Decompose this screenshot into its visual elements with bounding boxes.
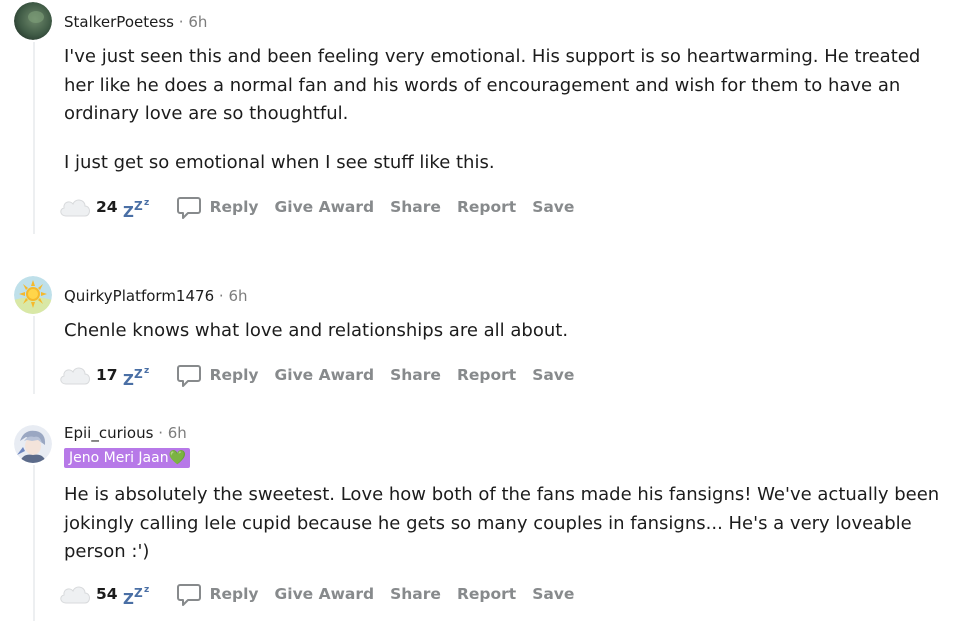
svg-text:z: z — [144, 585, 149, 595]
vote-score: 17 — [96, 366, 118, 384]
timestamp[interactable]: 6h — [168, 424, 187, 442]
thread-line[interactable] — [33, 465, 35, 621]
comment-meta: Epii_curious · 6h — [64, 423, 187, 443]
meta-separator: · — [158, 424, 163, 442]
report-button[interactable]: Report — [457, 198, 516, 216]
user-flair: Jeno Meri Jaan💚 — [64, 448, 191, 468]
give-award-button[interactable]: Give Award — [275, 585, 375, 603]
thread-line[interactable] — [33, 316, 35, 394]
comment-paragraph: I just get so emotional when I see stuff… — [64, 151, 495, 173]
upvote-cloud-icon[interactable] — [58, 196, 92, 218]
svg-text:Z: Z — [134, 199, 143, 213]
vote-score: 24 — [96, 198, 118, 216]
username[interactable]: StalkerPoetess — [64, 13, 174, 31]
user-avatar-icon[interactable] — [14, 2, 52, 40]
comment-paragraph: He is absolutely the sweetest. Love how … — [64, 484, 940, 562]
comment-paragraph: Chenle knows what love and relationships… — [64, 320, 569, 341]
reply-label: Reply — [209, 585, 259, 603]
reply-button[interactable]: Reply — [176, 581, 259, 607]
svg-text:z: z — [144, 366, 149, 376]
chat-bubble-icon — [176, 365, 201, 387]
give-award-button[interactable]: Give Award — [275, 366, 375, 384]
reply-button[interactable]: Reply — [176, 362, 259, 388]
share-button[interactable]: Share — [390, 585, 441, 603]
comment-actions: 54 Z Z z Reply Give Award Share Report S… — [58, 579, 574, 609]
report-button[interactable]: Report — [457, 366, 516, 384]
comment-actions: 24 Z Z z Reply Give Award Share Report S… — [58, 192, 574, 222]
reply-label: Reply — [209, 366, 259, 384]
thread-line[interactable] — [33, 42, 35, 234]
svg-text:Z: Z — [123, 203, 134, 219]
sun-avatar-icon[interactable] — [14, 276, 52, 314]
reply-label: Reply — [209, 198, 259, 216]
upvote-cloud-icon[interactable] — [58, 364, 92, 386]
save-button[interactable]: Save — [532, 366, 574, 384]
svg-text:Z: Z — [123, 371, 134, 387]
chat-bubble-icon — [176, 197, 201, 219]
comment-body: Chenle knows what love and relationships… — [64, 317, 948, 346]
meta-separator: · — [178, 13, 184, 31]
vote-score: 54 — [96, 585, 118, 603]
save-button[interactable]: Save — [532, 198, 574, 216]
upvote-cloud-icon[interactable] — [58, 583, 92, 605]
downvote-zzz-icon[interactable]: Z Z z — [122, 363, 154, 387]
comment-meta: QuirkyPlatform1476 · 6h — [64, 286, 248, 306]
comment-body: He is absolutely the sweetest. Love how … — [64, 481, 948, 567]
give-award-button[interactable]: Give Award — [275, 198, 375, 216]
timestamp[interactable]: 6h — [188, 13, 207, 31]
comment-actions: 17 Z Z z Reply Give Award Share Report S… — [58, 360, 574, 390]
downvote-zzz-icon[interactable]: Z Z z — [122, 582, 154, 606]
svg-text:z: z — [144, 198, 149, 208]
meta-separator: · — [218, 287, 224, 305]
comment-paragraph: I've just seen this and been feeling ver… — [64, 46, 921, 124]
svg-text:Z: Z — [134, 367, 143, 381]
share-button[interactable]: Share — [390, 366, 441, 384]
report-button[interactable]: Report — [457, 585, 516, 603]
chat-bubble-icon — [176, 584, 201, 606]
save-button[interactable]: Save — [532, 585, 574, 603]
user-avatar-icon[interactable] — [14, 425, 52, 463]
reply-button[interactable]: Reply — [176, 194, 259, 220]
comment-body: I've just seen this and been feeling ver… — [64, 43, 948, 177]
username[interactable]: QuirkyPlatform1476 — [64, 287, 214, 305]
svg-text:Z: Z — [134, 586, 143, 600]
timestamp[interactable]: 6h — [228, 287, 247, 305]
downvote-zzz-icon[interactable]: Z Z z — [122, 195, 154, 219]
comment-meta: StalkerPoetess · 6h — [64, 12, 207, 32]
share-button[interactable]: Share — [390, 198, 441, 216]
svg-text:Z: Z — [123, 590, 134, 606]
username[interactable]: Epii_curious — [64, 424, 153, 442]
